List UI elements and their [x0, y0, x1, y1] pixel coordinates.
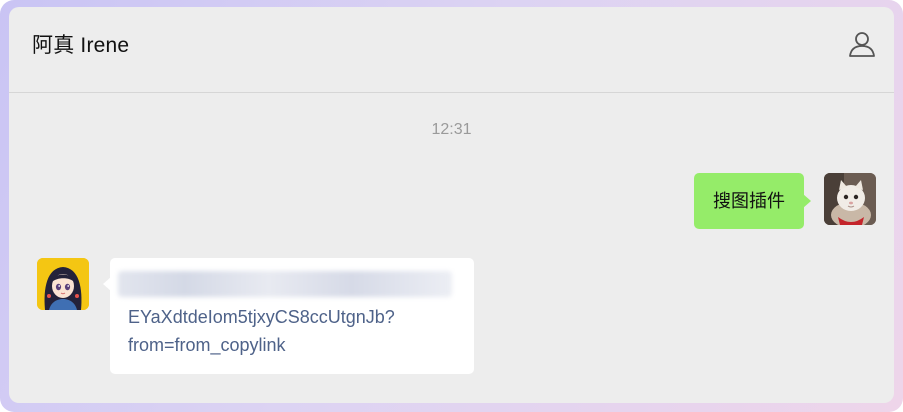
outgoing-message-bubble[interactable]: 搜图插件	[694, 173, 811, 229]
redacted-url-line	[118, 271, 452, 297]
chat-header: 阿真 Irene	[9, 7, 894, 93]
person-outline-icon[interactable]	[846, 29, 878, 61]
message-timestamp: 12:31	[431, 121, 472, 138]
cat-avatar-image	[824, 173, 876, 225]
chat-window: 阿真 Irene 12:31 搜图插件 EYaXdtdeIom5tjxyCS8c…	[9, 7, 894, 403]
cat-avatar[interactable]	[824, 173, 876, 225]
incoming-link-message-bubble[interactable]: EYaXdtdeIom5tjxyCS8ccUtgnJb? from=from_c…	[103, 258, 474, 374]
window-frame: 阿真 Irene 12:31 搜图插件 EYaXdtdeIom5tjxyCS8c…	[0, 0, 903, 412]
link-text-line-2[interactable]: from=from_copylink	[128, 331, 456, 359]
chat-title: 阿真 Irene	[32, 34, 130, 57]
cartoon-girl-avatar-image	[37, 258, 89, 310]
cartoon-girl-avatar[interactable]	[37, 258, 89, 310]
link-text-line-1[interactable]: EYaXdtdeIom5tjxyCS8ccUtgnJb?	[128, 303, 456, 331]
